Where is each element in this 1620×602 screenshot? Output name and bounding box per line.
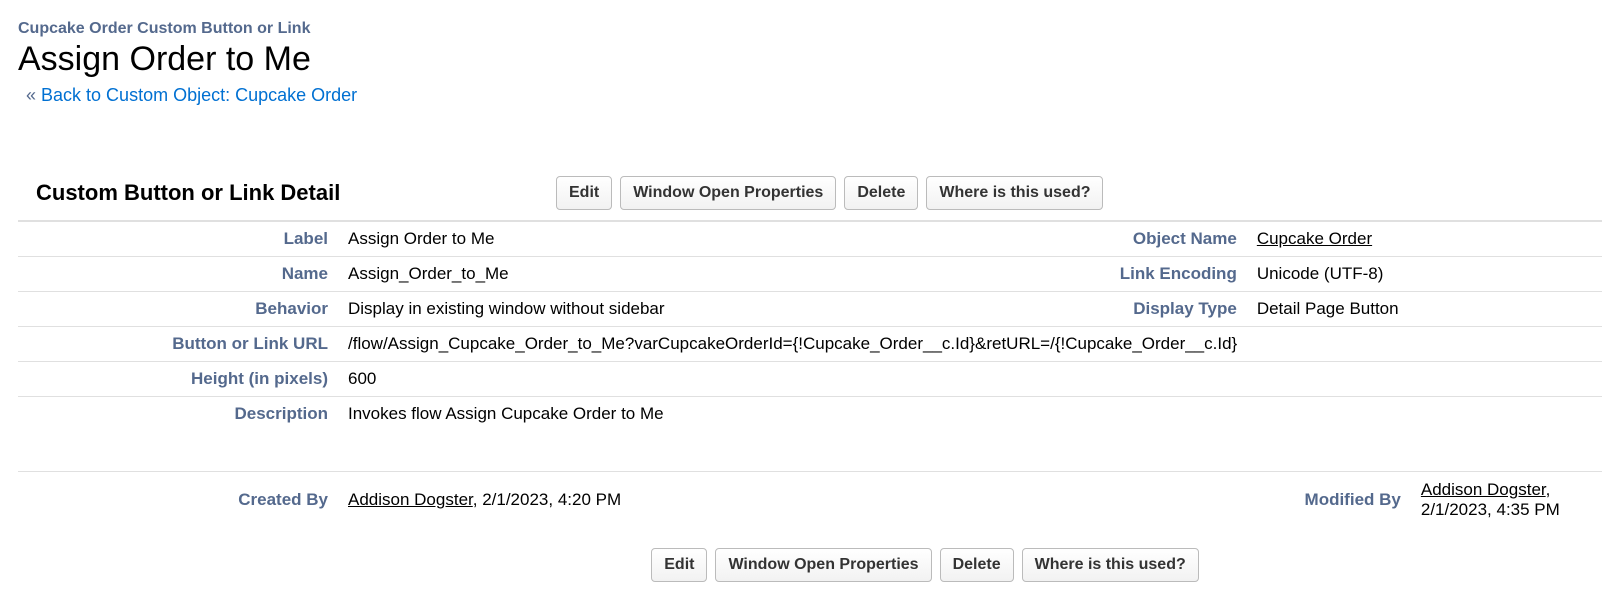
row-url: Button or Link URL /flow/Assign_Cupcake_… (18, 327, 1602, 362)
description-value: Invokes flow Assign Cupcake Order to Me (338, 397, 1602, 432)
window-open-properties-button[interactable]: Window Open Properties (620, 176, 836, 210)
height-value: 600 (338, 362, 1602, 397)
detail-table: Label Assign Order to Me Object Name Cup… (18, 220, 1602, 431)
created-by-value: Addison Dogster, 2/1/2023, 4:20 PM (338, 472, 1241, 529)
back-link[interactable]: Back to Custom Object: Cupcake Order (41, 85, 357, 105)
row-description: Description Invokes flow Assign Cupcake … (18, 397, 1602, 432)
window-open-properties-button-bottom[interactable]: Window Open Properties (715, 548, 931, 582)
created-by-user-link[interactable]: Addison Dogster (348, 490, 473, 509)
top-button-bar: Edit Window Open Properties Delete Where… (556, 176, 1103, 210)
link-encoding-value: Unicode (UTF-8) (1247, 257, 1602, 292)
url-value: /flow/Assign_Cupcake_Order_to_Me?varCupc… (338, 327, 1602, 362)
delete-button-bottom[interactable]: Delete (940, 548, 1014, 582)
description-label: Description (18, 397, 338, 432)
link-encoding-label: Link Encoding (1077, 257, 1247, 292)
behavior-label: Behavior (18, 292, 338, 327)
name-field-label: Name (18, 257, 338, 292)
page-title: Assign Order to Me (18, 40, 1602, 79)
delete-button[interactable]: Delete (844, 176, 918, 210)
section-title: Custom Button or Link Detail (36, 180, 556, 206)
row-label: Label Assign Order to Me Object Name Cup… (18, 221, 1602, 257)
object-name-value: Cupcake Order (1247, 221, 1602, 257)
section-header-row: Custom Button or Link Detail Edit Window… (18, 176, 1602, 220)
url-label: Button or Link URL (18, 327, 338, 362)
object-name-link[interactable]: Cupcake Order (1257, 229, 1372, 248)
height-label: Height (in pixels) (18, 362, 338, 397)
created-by-date: , 2/1/2023, 4:20 PM (473, 490, 621, 509)
display-type-label: Display Type (1077, 292, 1247, 327)
back-chevron-icon: « (26, 85, 36, 105)
modified-by-value: Addison Dogster, 2/1/2023, 4:35 PM (1411, 472, 1602, 529)
bottom-button-bar: Edit Window Open Properties Delete Where… (18, 548, 1602, 582)
row-name: Name Assign_Order_to_Me Link Encoding Un… (18, 257, 1602, 292)
edit-button[interactable]: Edit (556, 176, 612, 210)
audit-table: Created By Addison Dogster, 2/1/2023, 4:… (18, 471, 1602, 528)
back-link-row: « Back to Custom Object: Cupcake Order (26, 85, 1602, 106)
row-height: Height (in pixels) 600 (18, 362, 1602, 397)
where-used-button-bottom[interactable]: Where is this used? (1022, 548, 1199, 582)
edit-button-bottom[interactable]: Edit (651, 548, 707, 582)
label-field-value: Assign Order to Me (338, 221, 1077, 257)
display-type-value: Detail Page Button (1247, 292, 1602, 327)
modified-by-user-link[interactable]: Addison Dogster (1421, 480, 1546, 499)
name-field-value: Assign_Order_to_Me (338, 257, 1077, 292)
header-context: Cupcake Order Custom Button or Link (18, 20, 1602, 38)
object-name-label: Object Name (1077, 221, 1247, 257)
modified-by-label: Modified By (1241, 472, 1411, 529)
audit-section: Created By Addison Dogster, 2/1/2023, 4:… (18, 471, 1602, 528)
where-used-button[interactable]: Where is this used? (926, 176, 1103, 210)
row-behavior: Behavior Display in existing window with… (18, 292, 1602, 327)
label-field-label: Label (18, 221, 338, 257)
behavior-value: Display in existing window without sideb… (338, 292, 1077, 327)
audit-row: Created By Addison Dogster, 2/1/2023, 4:… (18, 472, 1602, 529)
created-by-label: Created By (18, 472, 338, 529)
